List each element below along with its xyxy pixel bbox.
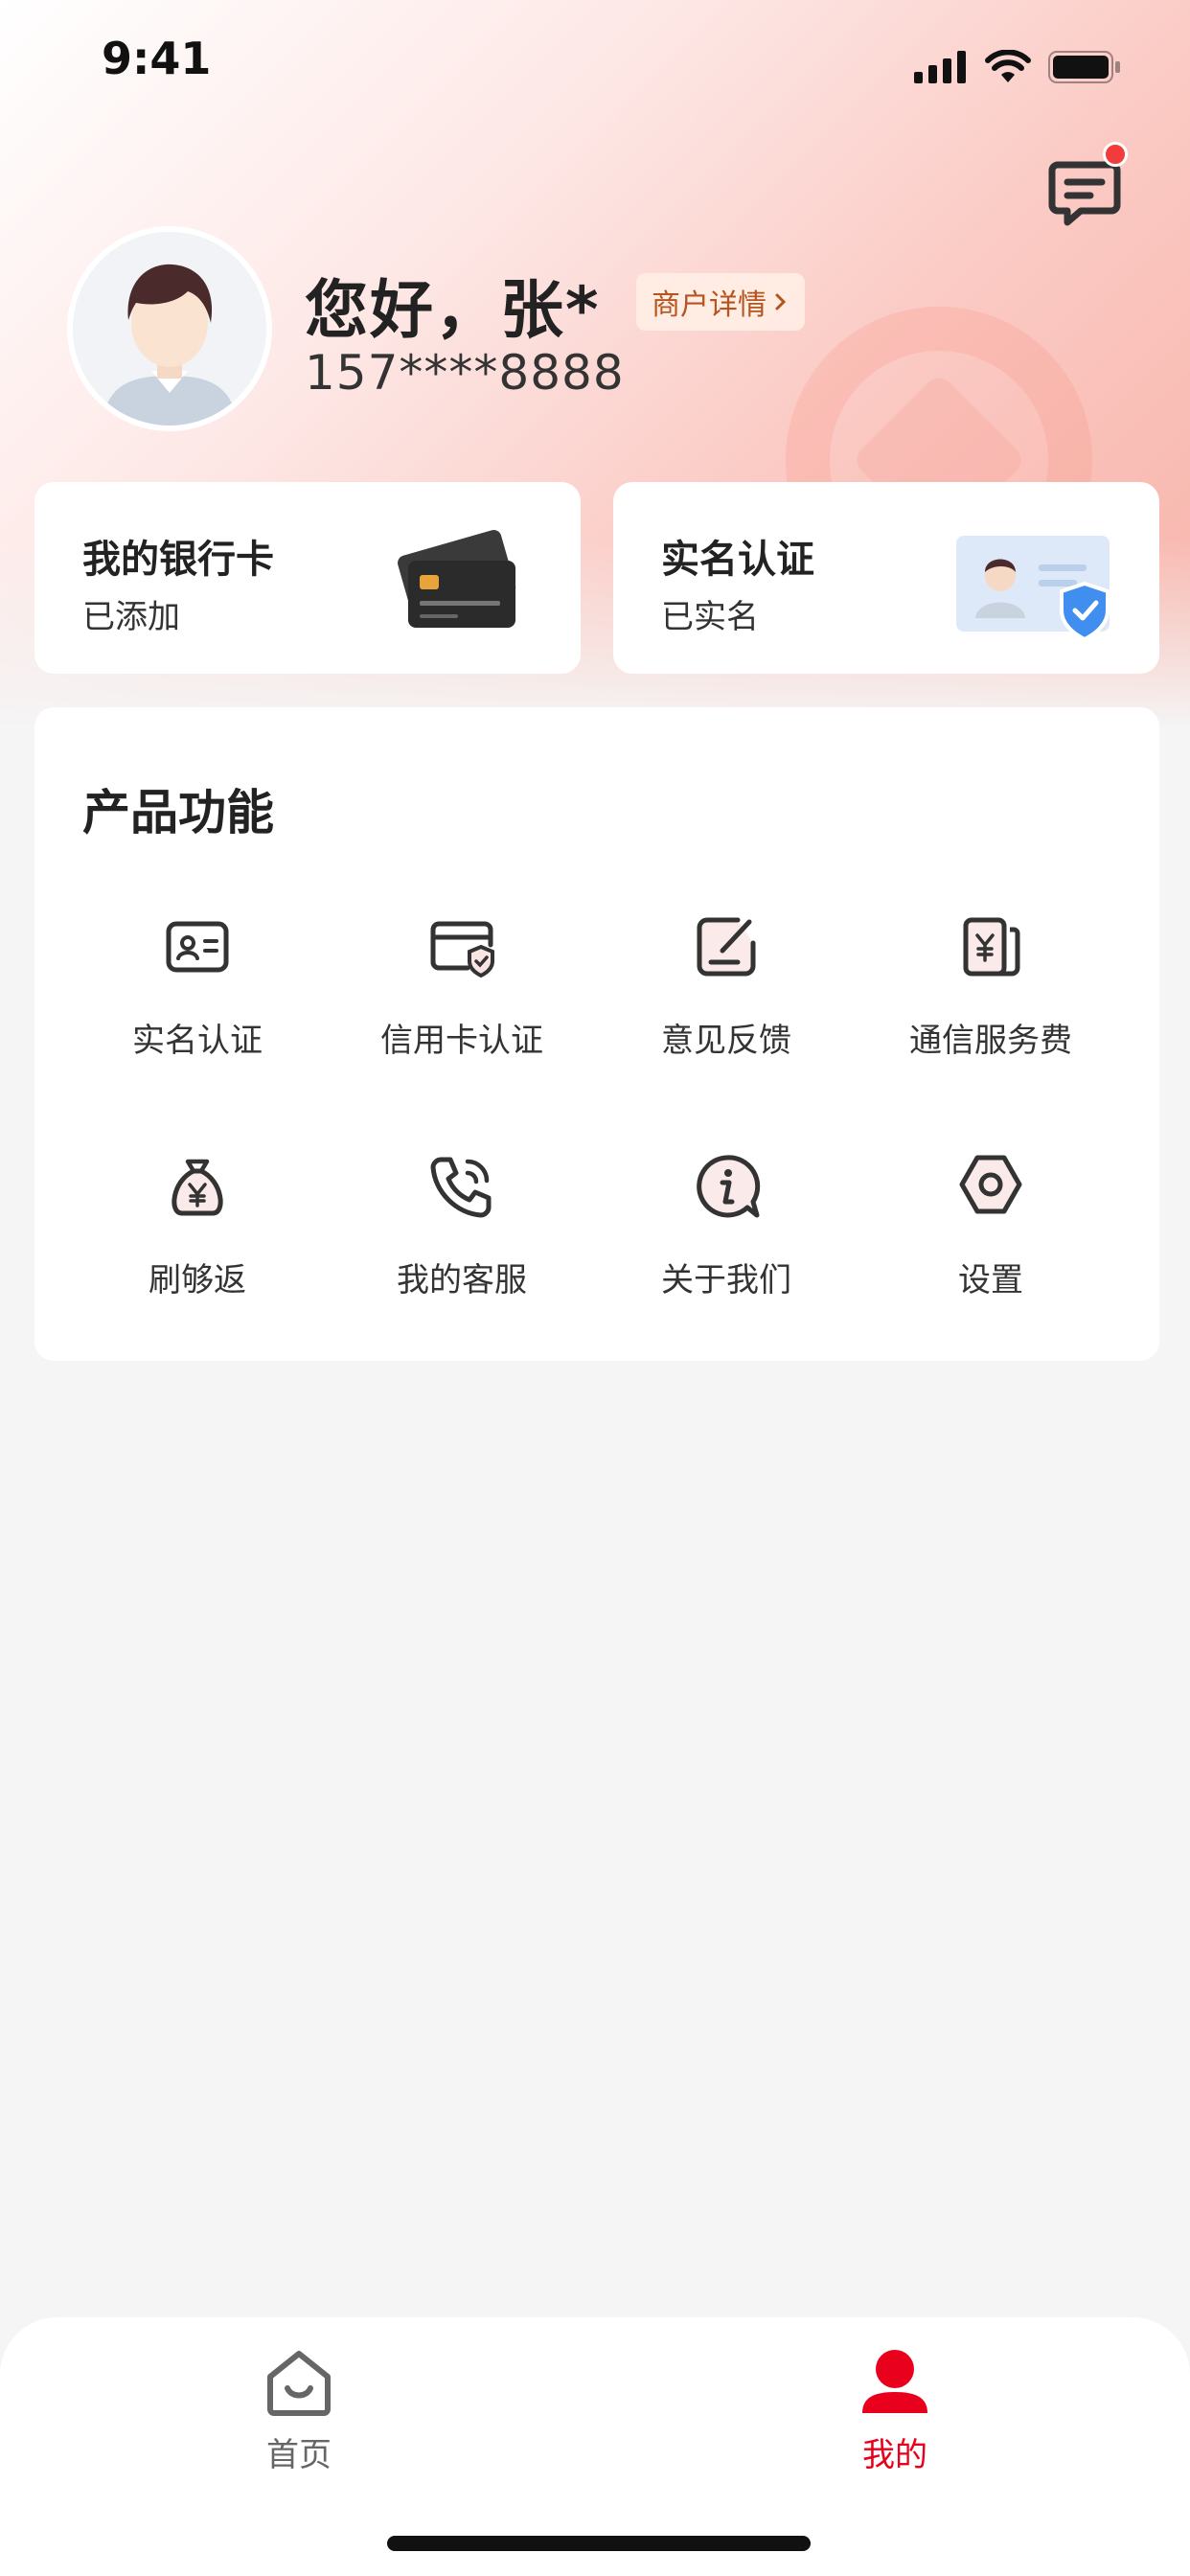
phone-number: 157****8888	[305, 345, 625, 401]
credit-card-shield-icon	[430, 921, 494, 978]
merchant-details-label: 商户详情	[652, 288, 767, 322]
hex-settings-icon	[959, 1155, 1022, 1214]
tab-label: 首页	[266, 2436, 332, 2474]
bank-card-entry[interactable]: 我的银行卡 已添加	[34, 482, 581, 674]
feature-about-us[interactable]: 关于我们	[602, 1148, 851, 1300]
bank-card-icon	[398, 530, 516, 628]
phone-call-icon	[430, 1157, 492, 1218]
feature-label: 意见反馈	[661, 1022, 791, 1060]
feature-label: 关于我们	[661, 1261, 791, 1300]
chevron-right-icon	[775, 293, 787, 310]
feature-label: 设置	[958, 1261, 1023, 1300]
feature-label: 刷够返	[149, 1261, 246, 1300]
status-bar: 9:41	[0, 0, 1190, 125]
tab-mine[interactable]: 我的	[799, 2346, 991, 2475]
money-bag-icon	[172, 1159, 223, 1216]
user-icon	[862, 2350, 927, 2413]
avatar-illustration	[73, 232, 266, 426]
card-title: 实名认证	[661, 538, 814, 582]
home-icon	[267, 2351, 331, 2416]
cellular-signal-icon	[914, 51, 966, 83]
edit-note-icon	[697, 917, 756, 977]
feature-credit-card[interactable]: 信用卡认证	[337, 908, 586, 1061]
feature-real-name[interactable]: 实名认证	[73, 908, 322, 1061]
info-bubble-icon	[697, 1155, 761, 1218]
yuan-document-icon	[963, 917, 1020, 977]
feature-label: 通信服务费	[909, 1022, 1072, 1060]
home-indicator	[387, 2536, 811, 2551]
features-panel: 产品功能 实名认证 信用卡认证 意见反馈 通信服务费 刷够返 我的客服 关于我们…	[34, 707, 1159, 1361]
feature-label: 我的客服	[397, 1261, 527, 1300]
card-subtitle: 已添加	[82, 598, 180, 636]
features-title: 产品功能	[82, 785, 274, 840]
greeting-text: 您好，张*	[305, 273, 601, 347]
status-time: 9:41	[102, 33, 212, 84]
real-name-entry[interactable]: 实名认证 已实名	[613, 482, 1159, 674]
feature-settings[interactable]: 设置	[866, 1148, 1115, 1300]
id-verified-icon	[956, 536, 1110, 642]
feature-label: 实名认证	[132, 1022, 263, 1060]
tab-label: 我的	[862, 2436, 927, 2474]
feature-label: 信用卡认证	[380, 1022, 543, 1060]
merchant-details-button[interactable]: 商户详情	[636, 273, 805, 331]
card-title: 我的银行卡	[82, 538, 274, 582]
avatar[interactable]	[67, 226, 272, 431]
feature-cashback[interactable]: 刷够返	[73, 1148, 322, 1300]
battery-icon	[1048, 51, 1120, 83]
card-subtitle: 已实名	[661, 598, 759, 636]
feature-service-fee[interactable]: 通信服务费	[866, 908, 1115, 1061]
feature-customer-service[interactable]: 我的客服	[337, 1148, 586, 1300]
id-card-icon	[166, 921, 229, 973]
notification-badge	[1103, 142, 1128, 167]
wifi-icon	[985, 50, 1031, 82]
feature-feedback[interactable]: 意见反馈	[602, 908, 851, 1061]
tab-home[interactable]: 首页	[203, 2346, 395, 2475]
status-icons	[914, 50, 1121, 84]
